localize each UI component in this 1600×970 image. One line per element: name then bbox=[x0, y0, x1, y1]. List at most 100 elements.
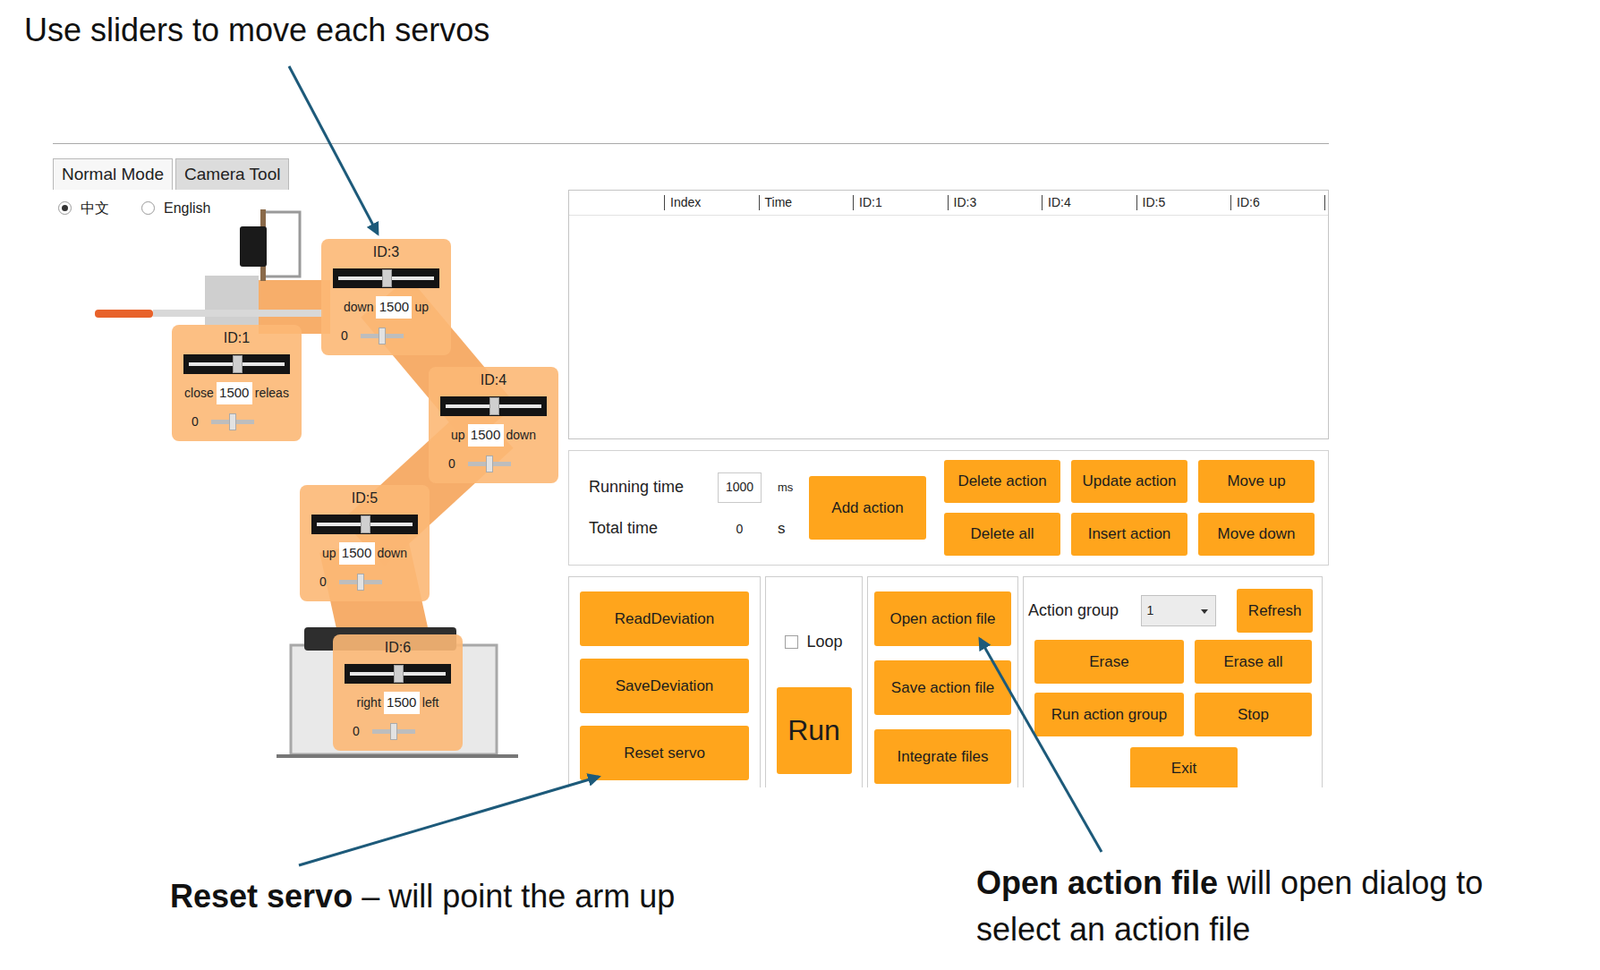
direction-label: up bbox=[322, 544, 337, 563]
deviation-slider[interactable] bbox=[468, 461, 511, 467]
deviation-handle[interactable] bbox=[378, 327, 386, 345]
mode-tab[interactable]: Camera Tool bbox=[175, 158, 290, 190]
file-button[interactable]: Integrate files bbox=[874, 729, 1012, 784]
deviation-value: 0 bbox=[191, 412, 199, 432]
column-header[interactable]: ID:5 bbox=[1136, 195, 1232, 211]
edit-action-button[interactable]: Update action bbox=[1071, 459, 1188, 503]
total-time-label: Total time bbox=[588, 516, 718, 541]
deviation-row: 0 bbox=[305, 572, 425, 592]
edit-action-button[interactable]: Delete all bbox=[944, 512, 1061, 556]
running-time-field[interactable]: 1000 bbox=[717, 472, 762, 503]
action-group-button[interactable]: Erase bbox=[1034, 639, 1184, 684]
language-radio[interactable] bbox=[141, 201, 155, 215]
file-button[interactable]: Save action file bbox=[874, 660, 1012, 715]
language-option[interactable]: 中文 bbox=[58, 197, 110, 220]
edit-action-button[interactable]: Move up bbox=[1198, 459, 1315, 503]
running-time-unit: ms bbox=[761, 478, 809, 497]
value-row: right1500left bbox=[357, 691, 440, 715]
edit-action-button[interactable]: Insert action bbox=[1071, 512, 1188, 556]
add-action-area: Add action bbox=[808, 476, 927, 540]
direction-label: left bbox=[422, 693, 440, 713]
pulse-value-field[interactable]: 1500 bbox=[468, 424, 504, 447]
action-group-select[interactable]: 1 bbox=[1140, 595, 1218, 627]
servo-id: ID:5 bbox=[351, 490, 378, 507]
file-group: Open action file Save action file Integrat… bbox=[867, 576, 1019, 788]
bottom-panel: ReadDeviation SaveDeviation Reset servo Lo… bbox=[568, 576, 1329, 788]
running-time-label: Running time bbox=[588, 475, 718, 500]
open-file-arrow-icon bbox=[979, 638, 1102, 852]
reset-arrow-icon bbox=[298, 776, 599, 866]
position-slider[interactable] bbox=[440, 396, 547, 417]
servo-control: ID:4up1500down0 bbox=[428, 366, 559, 484]
loop-label: Loop bbox=[806, 629, 843, 655]
exit-button[interactable]: Exit bbox=[1130, 747, 1238, 788]
loop-option[interactable]: Loop bbox=[784, 629, 843, 655]
direction-label: close bbox=[184, 383, 214, 403]
column-header[interactable]: ID:6 bbox=[1230, 195, 1326, 211]
deviation-value: 0 bbox=[319, 572, 327, 592]
edit-action-button[interactable]: Move down bbox=[1198, 512, 1315, 556]
main-area: 中文English ID:3down1500up0I bbox=[52, 189, 1329, 788]
deviation-group: ReadDeviation SaveDeviation Reset servo bbox=[568, 576, 761, 788]
column-header[interactable]: ID:3 bbox=[947, 195, 1043, 211]
deviation-slider[interactable] bbox=[372, 729, 416, 734]
language-option[interactable]: English bbox=[141, 197, 211, 220]
edit-action-button[interactable]: Delete action bbox=[944, 459, 1061, 503]
deviation-handle[interactable] bbox=[357, 573, 365, 591]
pulse-value-field[interactable]: 1500 bbox=[216, 382, 253, 405]
refresh-button[interactable]: Refresh bbox=[1236, 588, 1313, 633]
column-header[interactable]: ID:4 bbox=[1041, 195, 1137, 211]
pulse-value-field[interactable]: 1500 bbox=[383, 691, 420, 715]
action-group-panel: Action group1RefreshEraseErase allRun ac… bbox=[1022, 576, 1323, 788]
position-slider[interactable] bbox=[344, 663, 452, 684]
deviation-button[interactable]: ReadDeviation bbox=[579, 591, 749, 647]
open-file-note: Open action filewill open dialog to sele… bbox=[976, 859, 1576, 954]
action-group-value: 1 bbox=[1147, 601, 1155, 621]
deviation-slider[interactable] bbox=[211, 419, 255, 425]
deviation-button[interactable]: SaveDeviation bbox=[579, 658, 749, 714]
position-slider[interactable] bbox=[183, 354, 290, 375]
value-row: down1500up bbox=[343, 296, 429, 319]
position-slider[interactable] bbox=[311, 514, 418, 535]
servo-control: ID:6right1500left0 bbox=[332, 634, 463, 751]
direction-label: up bbox=[414, 297, 429, 317]
servo-control: ID:5up1500down0 bbox=[299, 485, 430, 602]
pulse-value-field[interactable]: 1500 bbox=[375, 296, 412, 319]
slider-note-text: Use sliders to move each servos bbox=[24, 11, 490, 49]
slider-handle[interactable] bbox=[382, 269, 392, 288]
action-table: IndexTimeID:1ID:3ID:4ID:5ID:6 bbox=[568, 189, 1329, 440]
deviation-slider[interactable] bbox=[339, 579, 383, 585]
total-time-value: 0 bbox=[717, 513, 762, 545]
column-header[interactable]: Time bbox=[758, 195, 854, 211]
app-window: Normal ModeCamera Tool 中文 English bbox=[52, 143, 1329, 788]
value-row: up1500down bbox=[451, 424, 537, 447]
deviation-value: 0 bbox=[340, 326, 349, 346]
deviation-handle[interactable] bbox=[390, 723, 398, 741]
slider-handle[interactable] bbox=[360, 515, 371, 534]
deviation-button[interactable]: Reset servo bbox=[579, 725, 749, 781]
loop-checkbox[interactable] bbox=[784, 635, 799, 649]
deviation-slider[interactable] bbox=[360, 333, 404, 339]
column-header[interactable]: Index bbox=[663, 195, 759, 211]
slider-handle[interactable] bbox=[489, 397, 500, 416]
servo-control: ID:3down1500up0 bbox=[321, 238, 452, 356]
action-group-button[interactable]: Stop bbox=[1194, 692, 1312, 737]
language-row: 中文 English bbox=[52, 189, 569, 227]
dropdown-caret-icon[interactable] bbox=[1200, 609, 1209, 614]
column-header[interactable]: ID:1 bbox=[852, 195, 948, 211]
action-panel: IndexTimeID:1ID:3ID:4ID:5ID:6 Running ti… bbox=[568, 189, 1329, 788]
direction-label: down bbox=[343, 297, 374, 317]
mode-tab[interactable]: Normal Mode bbox=[52, 158, 173, 190]
run-button[interactable]: Run bbox=[776, 687, 852, 775]
position-slider[interactable] bbox=[332, 268, 440, 289]
action-group-button[interactable]: Run action group bbox=[1034, 692, 1184, 737]
action-group-button[interactable]: Erase all bbox=[1194, 639, 1312, 684]
deviation-handle[interactable] bbox=[229, 413, 237, 431]
slider-handle[interactable] bbox=[393, 664, 404, 683]
slider-handle[interactable] bbox=[232, 355, 243, 374]
add-action-button[interactable]: Add action bbox=[808, 476, 927, 540]
language-radio[interactable] bbox=[58, 201, 72, 215]
file-button[interactable]: Open action file bbox=[874, 591, 1012, 647]
deviation-handle[interactable] bbox=[485, 455, 494, 473]
pulse-value-field[interactable]: 1500 bbox=[339, 542, 375, 565]
